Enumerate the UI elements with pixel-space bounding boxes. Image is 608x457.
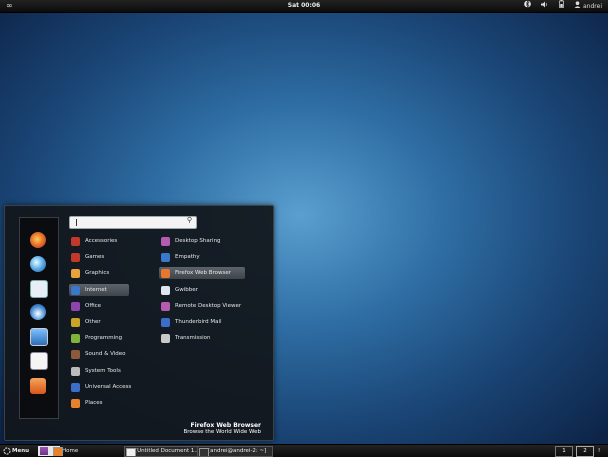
category-universal-access[interactable]: Universal Access [69,381,132,393]
user-name: andrei [583,2,602,10]
clock[interactable]: Sat 00:06 [0,0,608,12]
programming-icon [71,334,80,344]
app-label: Transmission [175,335,211,342]
category-label: Accessories [85,238,118,244]
document-icon[interactable] [30,352,48,370]
internet-icon [71,285,80,295]
remote-desktop-icon[interactable] [30,280,48,298]
category-label: System Tools [85,367,121,374]
favorites-bar [19,217,59,419]
workspace-1[interactable]: 1 [555,446,573,457]
taskbar-item-label: Home [62,448,79,454]
category-graphics[interactable]: Graphics [69,267,129,279]
volume-icon[interactable] [541,1,549,13]
category-label: Sound & Video [85,351,126,358]
battery-icon[interactable] [559,0,564,13]
firefox-icon[interactable] [30,232,46,248]
app-description: Firefox Web Browser Browse the World Wid… [183,422,261,436]
desktop-icon [40,447,48,455]
gwibber-icon [161,285,170,295]
top-panel: ∞ Sat 00:06 andrei [0,0,608,13]
app-remote-desktop-viewer[interactable]: Remote Desktop Viewer [159,300,245,312]
thunderbird-icon [161,318,170,327]
category-accessories[interactable]: Accessories [69,235,129,247]
taskbar-item[interactable]: [andrei@andrei-2: ~] [197,446,273,457]
other-icon [71,318,80,327]
app-label: Remote Desktop Viewer [175,302,242,309]
user-icon [574,0,581,13]
remote-desktop-icon [161,301,170,311]
empathy-icon [161,253,170,263]
display-icon[interactable] [30,328,48,346]
category-system-tools[interactable]: System Tools [69,365,129,377]
category-internet[interactable]: Internet [69,283,129,296]
category-games[interactable]: Games [69,251,129,263]
category-label: Programming [85,335,123,342]
category-label: Other [85,319,101,325]
search-icon: ⚲ [186,216,192,224]
app-thunderbird-mail[interactable]: Thunderbird Mail [159,316,245,328]
menu-icon [3,447,11,455]
user-menu[interactable]: andrei [574,0,602,13]
category-other[interactable]: Other [69,316,129,328]
description-subtitle: Browse the World Wide Web [183,429,261,435]
app-gwibber[interactable]: Gwibber [159,284,245,296]
category-label: Office [85,302,102,309]
games-icon [71,253,80,263]
app-label: Desktop Sharing [175,238,221,244]
category-label: Games [85,254,105,261]
sound-video-icon [71,350,80,360]
category-label: Places [85,400,103,406]
places-icon [71,399,80,408]
app-empathy[interactable]: Empathy [159,251,245,263]
description-title: Firefox Web Browser [190,422,261,429]
taskbar-item[interactable]: Home [52,446,132,456]
workspace-2[interactable]: 2 [576,446,594,457]
empathy-icon[interactable] [30,256,46,272]
gwibber-icon[interactable] [30,304,46,320]
app-desktop-sharing[interactable]: Desktop Sharing [159,235,245,247]
app-label: Firefox Web Browser [175,270,231,277]
app-label: Thunderbird Mail [175,319,222,325]
taskbar-item-label: [andrei@andrei-2: ~] [208,448,267,454]
taskbar-item-label: [Untitled Document 1... [135,448,200,454]
accessories-icon [71,237,80,246]
taskbar-item[interactable]: [Untitled Document 1... [124,446,206,457]
firefox-icon [161,269,170,279]
folder-icon [53,447,63,456]
workspace-indicator: ! [598,448,601,454]
app-label: Gwibber [175,286,198,293]
menu-label: Menu [12,448,30,454]
app-firefox-web-browser[interactable]: Firefox Web Browser [159,267,245,280]
desktop-sharing-icon [161,237,170,246]
category-label: Internet [85,286,107,293]
graphics-icon [71,269,80,279]
bluetooth-icon[interactable] [524,0,531,13]
text-caret [76,219,77,226]
category-places[interactable]: Places [69,397,129,409]
universal-access-icon [71,382,80,392]
category-programming[interactable]: Programming [69,332,129,344]
office-icon [71,301,80,311]
category-label: Universal Access [85,383,132,390]
system-tray: andrei [524,0,602,13]
transmission-icon [161,334,170,344]
app-transmission[interactable]: Transmission [159,332,245,344]
search-input[interactable]: ⚲ [69,216,197,229]
system-tools-icon [71,366,80,376]
bottom-panel: Menu Home [Untitled Document 1... [andrei@… [0,444,608,457]
application-menu: ⚲ Accessories Games Graphics Internet Office… [4,205,274,441]
folder-icon[interactable] [30,378,46,394]
app-label: Empathy [175,254,200,261]
category-office[interactable]: Office [69,300,129,312]
category-sound-video[interactable]: Sound & Video [69,348,129,360]
category-label: Graphics [85,270,110,277]
